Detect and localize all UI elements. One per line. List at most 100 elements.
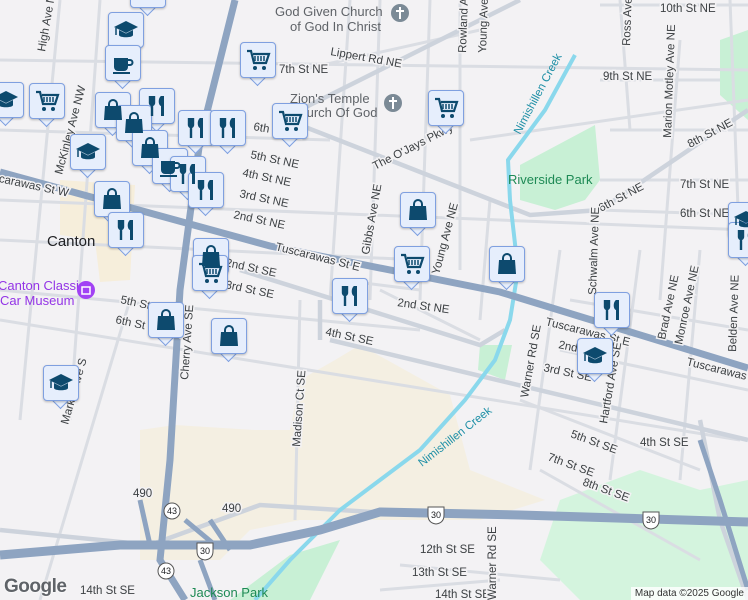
cart-marker[interactable] <box>428 90 464 135</box>
marker-box <box>211 318 247 354</box>
museum-icon[interactable] <box>77 281 95 299</box>
us-30-shield-3: 30 <box>196 542 214 561</box>
marker-box <box>188 172 224 208</box>
cart-icon <box>279 110 303 131</box>
restaurant-icon <box>603 300 619 320</box>
google-logo: Google <box>4 576 67 597</box>
marker-box <box>130 0 166 8</box>
street-label: 5th St SE <box>569 429 619 457</box>
graduation-cap-icon <box>0 91 18 108</box>
svg-text:30: 30 <box>431 510 441 520</box>
shopping-bag-marker[interactable] <box>148 302 184 347</box>
street-label: 7th St SE <box>546 452 596 480</box>
riverside-park-area <box>520 125 600 210</box>
cart-marker[interactable] <box>29 83 65 128</box>
route-43-shield-south2: 43 <box>157 562 175 580</box>
street-label: Young Ave NE <box>477 0 492 53</box>
map-canvas[interactable]: 43 43 43 30 30 30 490 490 High Ave NW Mc… <box>0 0 748 600</box>
restaurant-icon <box>341 286 357 306</box>
graduation-cap-icon <box>114 21 138 38</box>
cart-icon <box>247 49 271 70</box>
restaurant-icon <box>197 180 213 200</box>
shopping-bag-icon <box>220 325 238 346</box>
street-label: Schwalm Ave NE <box>587 206 602 295</box>
graduation-cap-marker[interactable] <box>577 338 613 383</box>
restaurant-marker[interactable] <box>594 292 630 337</box>
marker-box <box>272 103 308 139</box>
graduation-cap-icon <box>49 374 73 391</box>
street-label: Warner Rd SE <box>487 526 499 600</box>
restaurant-icon <box>737 230 748 250</box>
street-label: 9th St NE <box>603 71 653 83</box>
svg-text:43: 43 <box>161 566 171 576</box>
cart-icon <box>435 97 459 118</box>
graduation-cap-marker[interactable] <box>0 82 24 127</box>
svg-text:30: 30 <box>200 546 210 556</box>
svg-text:30: 30 <box>646 515 656 525</box>
marker-box <box>0 82 24 118</box>
street-label: 2nd St SE <box>224 257 277 280</box>
restaurant-icon <box>187 118 203 138</box>
restaurant-marker[interactable] <box>188 172 224 217</box>
city-label: Canton <box>47 233 95 250</box>
park-label[interactable]: Riverside Park <box>508 172 593 187</box>
cart-marker[interactable] <box>240 42 276 87</box>
museum-label[interactable]: Canton Classic <box>0 278 86 293</box>
park-label[interactable]: Jackson Park <box>190 585 269 600</box>
marker-box <box>29 83 65 119</box>
route-490-label: 490 <box>133 488 152 500</box>
marker-box <box>148 302 184 338</box>
street-label: 7th St NE <box>680 179 730 191</box>
coffee-marker[interactable] <box>105 45 141 90</box>
restaurant-marker[interactable] <box>210 110 246 155</box>
marker-box <box>489 246 525 282</box>
shopping-bag-icon <box>125 112 143 133</box>
shopping-bag-icon <box>157 309 175 330</box>
creek-label: Nimishillen Creek <box>512 52 565 137</box>
restaurant-icon <box>148 96 164 116</box>
church-label[interactable]: God Given Church <box>275 4 383 19</box>
marker-box <box>577 338 613 374</box>
church-icon[interactable] <box>391 4 409 22</box>
street-label: 4th St SE <box>640 437 689 449</box>
route-43-shield-south: 43 <box>163 502 181 520</box>
cart-marker[interactable] <box>394 246 430 291</box>
street-label: 14th St SE <box>80 585 135 597</box>
cart-marker[interactable] <box>192 255 228 300</box>
route-490-label-2: 490 <box>222 503 241 515</box>
cart-icon <box>36 90 60 111</box>
cart-marker[interactable] <box>272 103 308 148</box>
shopping-bag-marker[interactable] <box>489 246 525 291</box>
marker-box <box>210 110 246 146</box>
street-label: 13th St SE <box>412 567 467 579</box>
street-label: 4th St NE <box>241 167 292 189</box>
shopping-bag-marker[interactable] <box>211 318 247 363</box>
svg-text:43: 43 <box>167 506 177 516</box>
street-label: 8th St NE <box>686 117 735 151</box>
shopping-bag-icon <box>103 188 121 209</box>
street-label: 10th St NE <box>660 3 716 15</box>
marker-box <box>240 42 276 78</box>
shopping-bag-icon <box>409 199 427 220</box>
church-icon[interactable] <box>384 94 402 112</box>
museum-label[interactable]: Car Museum <box>0 293 74 308</box>
marker-box <box>394 246 430 282</box>
shopping-bag-marker[interactable] <box>400 192 436 237</box>
street-label: 5th St NE <box>249 149 300 171</box>
marker-box <box>728 222 748 258</box>
graduation-cap-icon <box>583 347 607 364</box>
restaurant-marker[interactable] <box>108 212 144 257</box>
graduation-cap-marker[interactable] <box>70 134 106 179</box>
church-label[interactable]: of God In Christ <box>290 19 381 34</box>
map-attribution[interactable]: Map data ©2025 Google <box>630 587 748 600</box>
street-label: 3rd St SE <box>224 279 275 301</box>
us-30-shield-2: 30 <box>642 511 660 530</box>
restaurant-marker[interactable] <box>728 222 748 267</box>
marker-box <box>178 110 214 146</box>
street-label: Belden Ave NE <box>727 274 742 352</box>
restaurant-marker[interactable] <box>332 278 368 323</box>
graduation-cap-marker[interactable] <box>43 365 79 410</box>
marker-box <box>400 192 436 228</box>
shopping-bag-icon <box>498 253 516 274</box>
street-label: 14th St SE <box>435 589 490 600</box>
